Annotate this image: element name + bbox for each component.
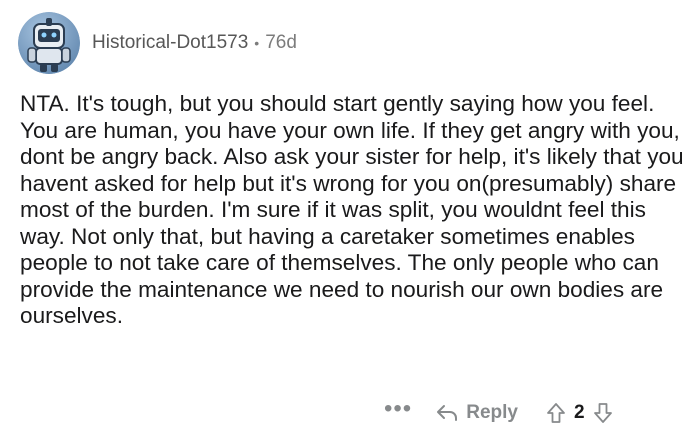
vote-controls: 2 xyxy=(546,402,613,424)
vote-score: 2 xyxy=(573,402,585,423)
author-username[interactable]: Historical-Dot1573 xyxy=(92,32,248,54)
meta-separator: • xyxy=(254,35,260,51)
comment-age[interactable]: 76d xyxy=(265,32,297,54)
reply-arrow-icon xyxy=(437,405,458,421)
reply-button[interactable]: Reply xyxy=(436,402,518,424)
comment-header: Historical-Dot1573 • 76d xyxy=(18,8,297,78)
comment-meta: Historical-Dot1573 • 76d xyxy=(92,32,297,54)
downvote-arrow-icon[interactable] xyxy=(593,402,613,424)
user-avatar[interactable] xyxy=(18,12,80,74)
comment-actions: ••• Reply 2 xyxy=(384,396,613,430)
comment-body: NTA. It's tough, but you should start ge… xyxy=(20,91,684,328)
upvote-arrow-icon[interactable] xyxy=(546,402,566,424)
more-options-button[interactable]: ••• xyxy=(384,397,412,421)
reply-label: Reply xyxy=(466,402,518,423)
robot-avatar-icon xyxy=(18,12,80,74)
